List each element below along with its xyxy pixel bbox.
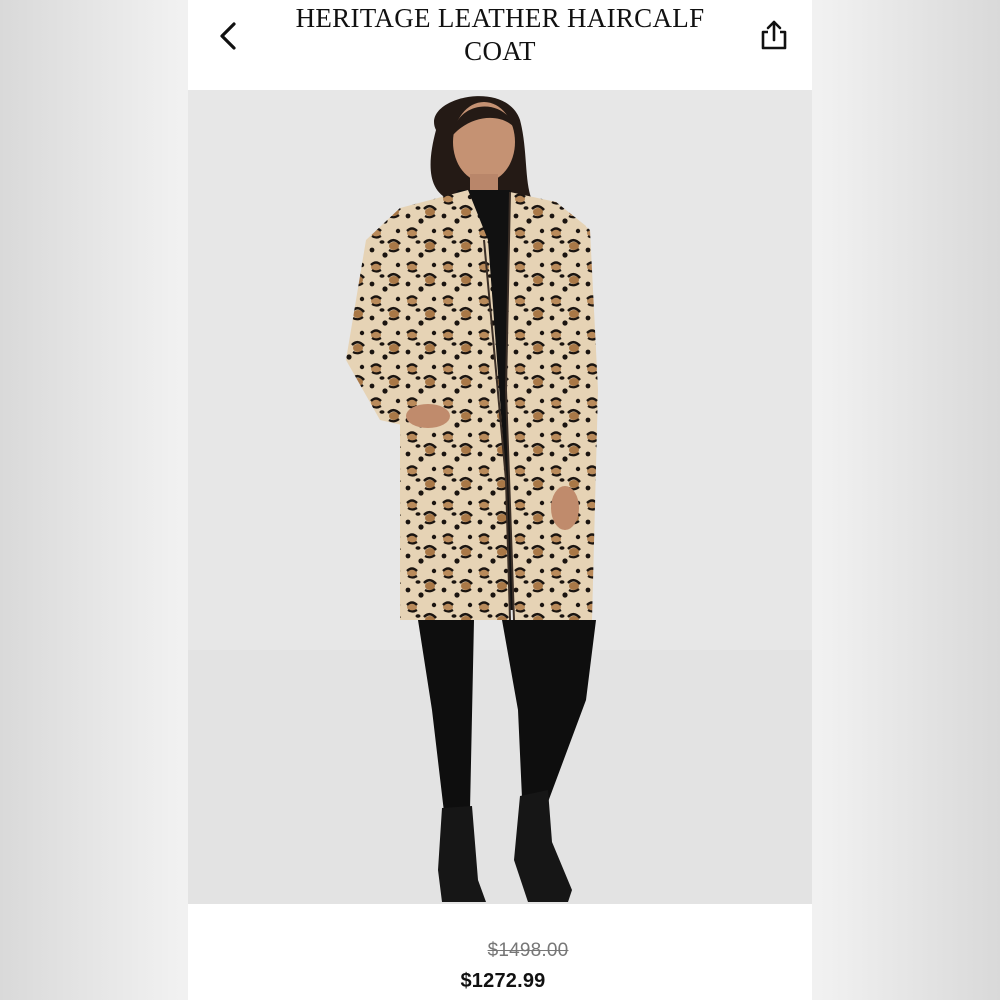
back-button[interactable] bbox=[212, 18, 248, 54]
share-button[interactable] bbox=[756, 18, 792, 54]
top-bar: HERITAGE LEATHER HAIRCALF COAT bbox=[188, 0, 812, 90]
sale-price: $1272.99 bbox=[460, 970, 546, 992]
price-section: $1498.00 $1272.99 bbox=[188, 904, 812, 1000]
product-image[interactable] bbox=[188, 90, 812, 904]
product-title: HERITAGE LEATHER HAIRCALF COAT bbox=[295, 3, 705, 66]
share-icon bbox=[761, 20, 787, 50]
product-screen: HERITAGE LEATHER HAIRCALF COAT $1498.00 … bbox=[188, 0, 812, 1000]
original-price: $1498.00 bbox=[487, 940, 569, 961]
chevron-left-icon bbox=[220, 22, 236, 50]
model-photo bbox=[188, 90, 812, 904]
